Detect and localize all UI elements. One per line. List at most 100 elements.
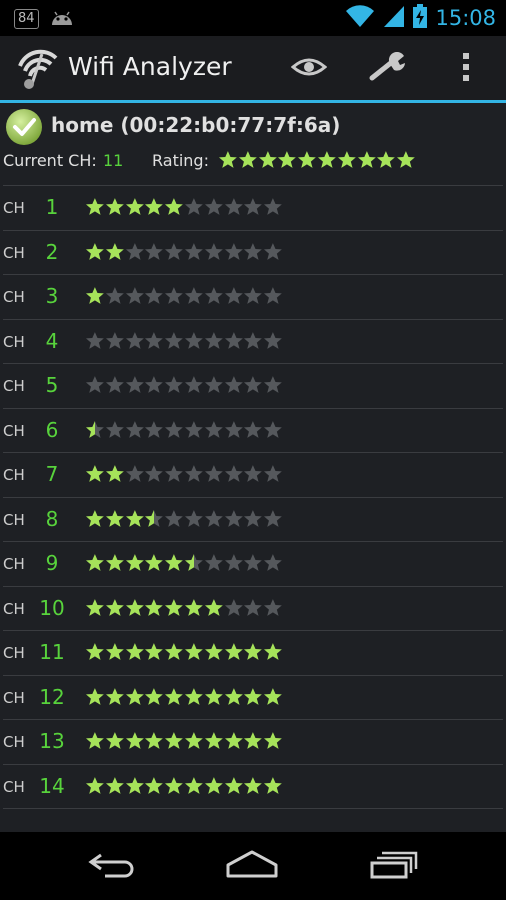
recent-apps-button[interactable] [364,848,424,884]
channel-rating-stars [85,598,283,618]
star-icon [125,465,144,482]
star-icon [125,331,144,349]
star-icon [145,376,164,393]
star-icon [105,598,124,616]
star-icon [244,509,263,527]
star-icon [125,643,144,660]
star-icon [145,776,164,794]
back-button[interactable] [82,848,142,884]
star-icon [258,151,277,168]
star-icon [264,465,282,482]
star-icon [85,776,104,794]
star-icon [204,376,223,393]
channel-label: CH [3,510,25,529]
star-icon [184,376,203,393]
channel-number: 1 [45,195,59,219]
access-point-header[interactable]: home (00:22:b0:77:7f:6a) [0,103,506,147]
channel-label: CH [3,644,25,662]
channel-label: CH [3,377,25,395]
channel-rating-stars [85,197,283,217]
star-icon [264,554,282,571]
channel-number: 11 [39,640,65,664]
star-icon [125,376,144,393]
star-icon [224,287,243,304]
channel-row: CH 14 [3,763,503,809]
battery-charging-icon [413,4,428,32]
star-icon [105,198,124,215]
recent-apps-icon [368,849,420,883]
star-icon [105,776,124,794]
navigation-bar [0,832,506,900]
star-icon [145,598,164,616]
star-icon [145,242,164,260]
star-icon [85,554,104,571]
star-icon [85,331,104,349]
star-icon [105,465,124,482]
wifi-signal-icon [345,4,375,32]
star-icon [224,554,243,571]
star-icon [244,598,263,616]
star-icon [204,509,223,527]
channel-label: CH [3,288,25,306]
channel-row: CH 9 [3,541,503,586]
star-icon [244,554,263,571]
star-icon [184,554,203,571]
star-icon [184,687,203,705]
star-icon [184,331,203,349]
channel-row: CH 7 [3,452,503,497]
channel-rating-stars [85,731,283,751]
star-icon [105,287,124,304]
current-channel-value: 11 [103,151,124,170]
star-icon [244,643,263,660]
channel-rating-stars [85,687,283,707]
star-icon [85,687,104,705]
channel-row: CH 5 [3,363,503,408]
channel-row: CH 10 [3,585,503,631]
star-icon [224,776,243,794]
channel-label: CH [3,243,25,262]
channel-rating-stars [85,464,283,484]
star-icon [85,287,104,304]
star-icon [165,643,183,660]
star-icon [105,643,124,660]
star-icon [165,420,183,438]
channel-label: CH [3,555,25,573]
star-icon [244,687,263,705]
star-icon [224,509,243,527]
star-icon [224,376,243,393]
channel-label: CH [3,421,25,440]
star-icon [165,554,183,571]
channel-row: CH 6 [3,407,503,453]
overflow-menu-button[interactable] [444,50,488,88]
star-icon [337,151,356,168]
star-icon [204,776,223,794]
eye-button[interactable] [287,50,331,88]
star-icon [165,287,183,304]
star-icon [145,198,164,215]
star-icon [244,376,263,393]
star-icon [184,598,203,616]
star-icon [224,643,243,660]
star-icon [204,554,223,571]
star-icon [165,242,183,260]
star-icon [145,465,164,482]
star-icon [145,643,164,660]
star-icon [204,287,223,304]
star-icon [85,465,104,482]
channel-number: 10 [39,595,65,620]
star-icon [105,376,124,393]
channel-label: CH [3,466,25,484]
star-icon [125,420,144,438]
star-icon [264,687,282,705]
star-icon [85,198,104,215]
star-icon [184,509,203,527]
star-icon [204,420,223,438]
back-icon [87,849,137,883]
star-icon [224,242,243,260]
home-button[interactable] [222,848,282,884]
settings-button[interactable] [366,50,410,88]
star-icon [264,242,282,260]
star-icon [105,687,124,705]
channel-number: 13 [39,729,65,753]
star-icon [224,198,243,215]
